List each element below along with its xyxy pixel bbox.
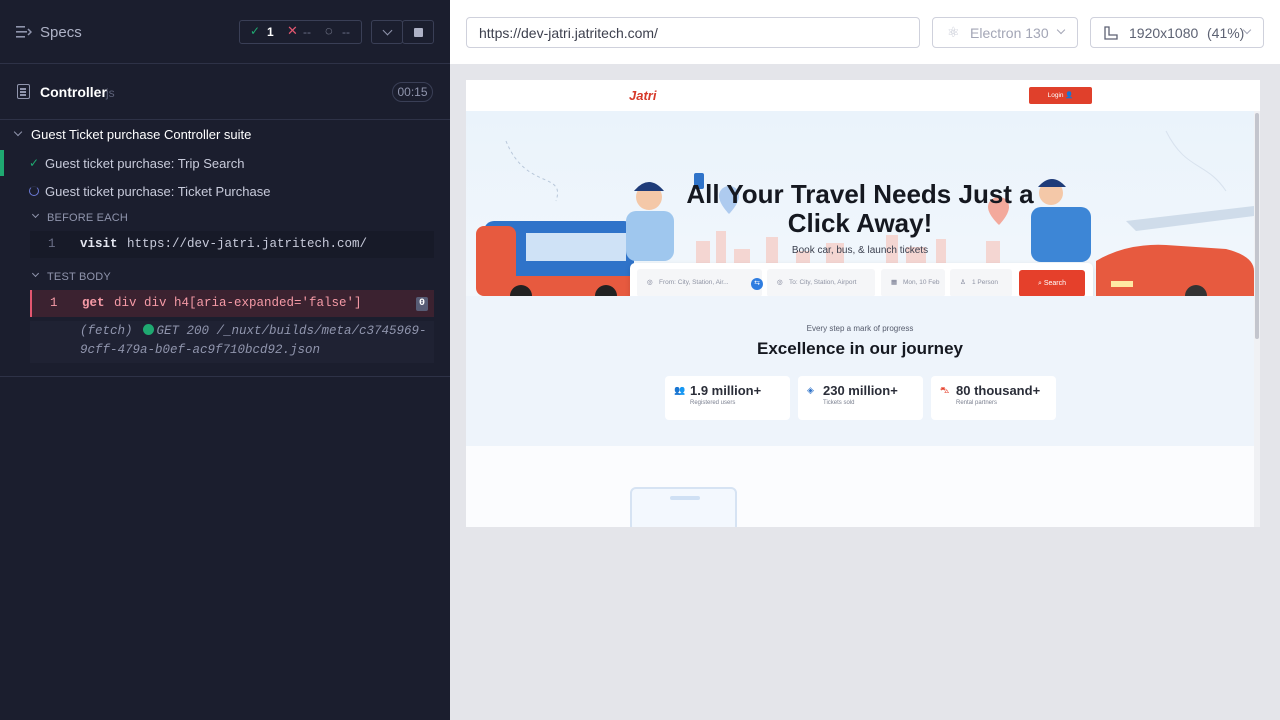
- passed-indicator: [0, 150, 4, 176]
- stat-card-tickets: ◈ 230 million+ Tickets sold: [798, 376, 923, 420]
- pending-count: --: [342, 25, 350, 39]
- stat-card-partners: ⛍ 80 thousand+ Rental partners: [931, 376, 1056, 420]
- date-field[interactable]: ▦ Mon, 10 Feb: [881, 269, 945, 297]
- search-button[interactable]: ⌕ Search: [1019, 270, 1085, 297]
- viewport-select[interactable]: 1920x1080 (41%): [1090, 17, 1264, 48]
- command-name: get: [82, 296, 105, 310]
- car-icon: ⛍: [940, 385, 950, 395]
- user-icon: 👤: [1065, 92, 1074, 99]
- passengers-field[interactable]: ♙ 1 Person: [950, 269, 1012, 297]
- browser-select[interactable]: ⚛ Electron 130: [932, 17, 1078, 48]
- hook-label: BEFORE EACH: [47, 212, 129, 224]
- hook-label: TEST BODY: [47, 271, 111, 283]
- failed-count: --: [303, 25, 311, 39]
- command-number: 1: [48, 237, 56, 251]
- element-count-badge: 0: [416, 297, 428, 311]
- passed-count: 1: [267, 25, 274, 39]
- location-icon: ◎: [647, 279, 653, 286]
- to-field[interactable]: ◎ To: City, Station, Airport: [767, 269, 875, 297]
- stats-section: [466, 296, 1254, 446]
- command-name: visit: [80, 237, 118, 251]
- electron-icon: ⚛: [947, 24, 960, 40]
- run-duration: 00:15: [392, 82, 433, 102]
- viewport-size: 1920x1080: [1129, 25, 1199, 41]
- stats-heading: Excellence in our journey: [757, 339, 963, 358]
- location-icon: ◎: [777, 279, 783, 286]
- command-log-panel: Specs ✓ 1 ✕ -- ◌ -- Controller js 00:15 …: [0, 0, 450, 720]
- chevron-down-icon: [31, 269, 40, 278]
- command-number: 1: [50, 296, 58, 310]
- stat-label: Tickets sold: [823, 400, 855, 406]
- suite-row[interactable]: Guest Ticket purchase Controller suite: [0, 125, 450, 145]
- viewport-zoom: (41%): [1207, 25, 1245, 41]
- next-section: [466, 446, 1254, 527]
- stats-kicker: Every step a mark of progress: [806, 324, 914, 333]
- chevron-down-icon: [13, 127, 23, 137]
- fetch-line-1: (fetch) GET 200 /_nuxt/builds/meta/c37459…: [80, 324, 427, 338]
- suite-title: Guest Ticket purchase Controller suite: [31, 127, 252, 142]
- pending-icon: ◌: [325, 23, 333, 38]
- chevron-down-icon: [31, 210, 40, 219]
- test-stats: ✓ 1 ✕ -- ◌ --: [239, 20, 362, 44]
- from-field[interactable]: ◎ From: City, Station, Air...: [637, 269, 762, 297]
- command-message: div div h4[aria-expanded='false']: [114, 296, 362, 310]
- stop-icon: [414, 28, 423, 37]
- phone-illustration: [630, 487, 737, 527]
- hook-before-each[interactable]: BEFORE EACH: [0, 210, 450, 228]
- command-get[interactable]: 1 get div div h4[aria-expanded='false'] …: [30, 290, 434, 317]
- test-title: Guest ticket purchase: Trip Search: [45, 156, 245, 171]
- failed-icon: ✕: [287, 23, 298, 38]
- command-visit[interactable]: 1 visit https://dev-jatri.jatritech.com/: [30, 231, 434, 258]
- scrollbar-thumb[interactable]: [1255, 113, 1259, 339]
- stat-value: 1.9 million+: [690, 383, 762, 398]
- divider: [0, 376, 450, 377]
- chevron-down-icon: [382, 25, 393, 36]
- command-fetch[interactable]: (fetch) GET 200 /_nuxt/builds/meta/c37459…: [30, 321, 434, 363]
- command-message: https://dev-jatri.jatritech.com/: [127, 237, 368, 251]
- running-spinner-icon: [29, 186, 39, 196]
- chevron-down-icon: [1056, 25, 1066, 35]
- stat-label: Registered users: [690, 400, 736, 406]
- jatri-logo[interactable]: Jatri: [629, 88, 656, 103]
- person-icon: ♙: [960, 279, 966, 286]
- test-title: Guest ticket purchase: Ticket Purchase: [45, 184, 271, 199]
- site-navbar: Jatri Login 👤: [466, 80, 1260, 111]
- aut-scrollbar[interactable]: [1254, 111, 1260, 527]
- ruler-icon: [1104, 26, 1118, 40]
- test-row-ticket-purchase[interactable]: Guest ticket purchase: Ticket Purchase: [0, 178, 450, 204]
- users-icon: 👥: [674, 385, 686, 395]
- hero-subtitle: Book car, bus, & launch tickets: [791, 245, 929, 256]
- swap-icon[interactable]: ⇆: [751, 278, 763, 290]
- spec-file-name[interactable]: Controller: [40, 84, 107, 100]
- status-dot-icon: [142, 324, 154, 335]
- stat-value: 230 million+: [823, 383, 898, 398]
- passed-icon: ✓: [29, 156, 40, 170]
- passed-icon: ✓: [250, 24, 261, 38]
- specs-header: Specs ✓ 1 ✕ -- ◌ --: [0, 0, 450, 64]
- specs-list-icon[interactable]: [16, 25, 32, 39]
- stat-value: 80 thousand+: [956, 383, 1041, 398]
- test-row-trip-search[interactable]: ✓ Guest ticket purchase: Trip Search: [0, 150, 450, 176]
- browser-label: Electron 130: [970, 25, 1049, 41]
- stat-card-users: 👥 1.9 million+ Registered users: [665, 376, 790, 420]
- url-bar[interactable]: https://dev-jatri.jatritech.com/: [466, 17, 920, 48]
- ticket-icon: ◈: [807, 385, 814, 395]
- options-dropdown-button[interactable]: [371, 20, 403, 44]
- search-icon: ⌕: [1037, 280, 1042, 287]
- file-icon: [17, 84, 30, 99]
- specs-label[interactable]: Specs: [40, 24, 82, 41]
- hero-heading: All Your Travel Needs Just a Click Away!: [686, 179, 1034, 238]
- spec-file-ext: js: [106, 86, 115, 100]
- stat-label: Rental partners: [956, 400, 998, 406]
- fetch-line-2: 9cff-479a-b0ef-ac9f710bcd92.json: [80, 343, 321, 357]
- hook-test-body[interactable]: TEST BODY: [0, 269, 450, 287]
- login-button[interactable]: Login 👤: [1029, 87, 1092, 104]
- aut-iframe[interactable]: Jatri Login 👤 All Your Travel Needs Just…: [466, 80, 1260, 527]
- stop-button[interactable]: [402, 20, 434, 44]
- calendar-icon: ▦: [891, 279, 898, 286]
